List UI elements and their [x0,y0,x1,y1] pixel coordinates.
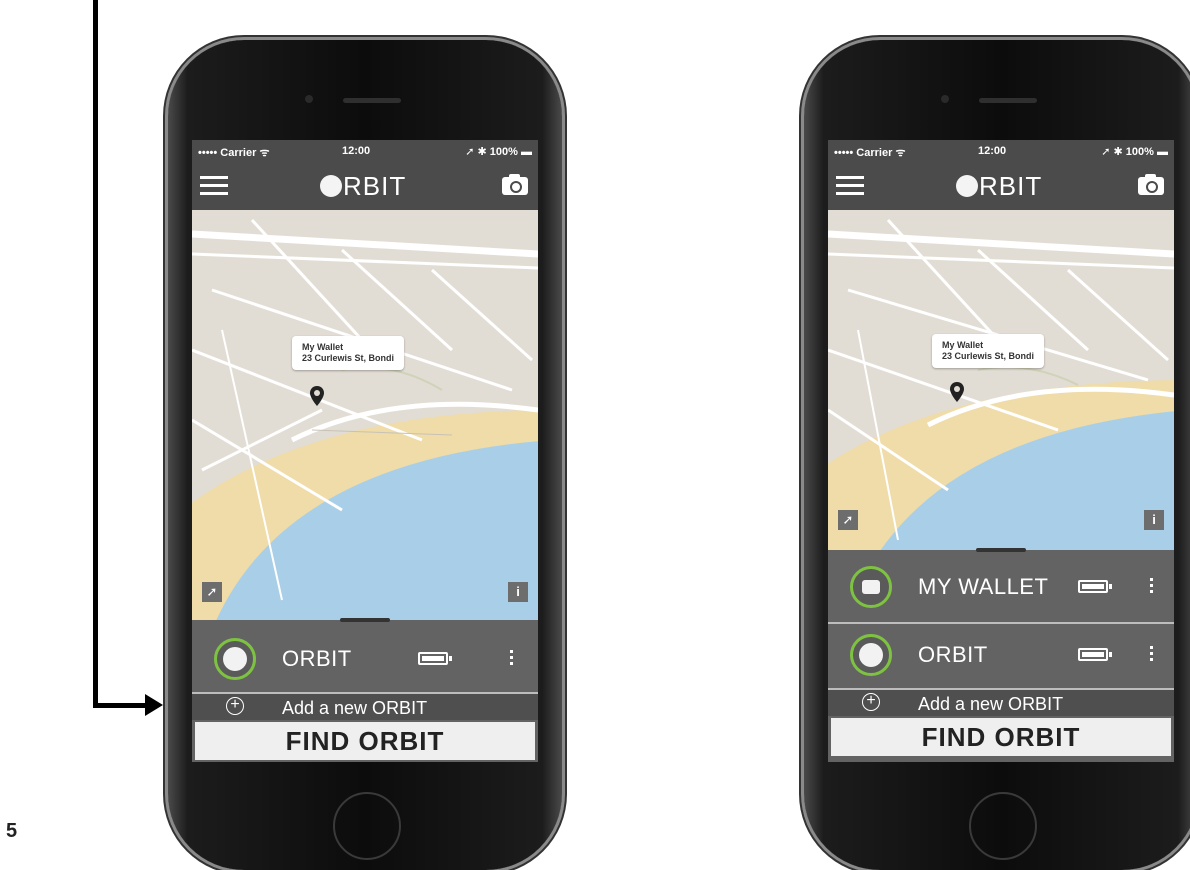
device-row[interactable]: ORBIT [192,630,538,688]
earpiece-speaker [343,98,401,103]
phone-left: ••••• Carrier ᯤ 12:00 ➚ ✱ 100% ▬ RBIT My… [168,40,562,870]
logo-dot-icon [956,175,978,197]
logo-dot-icon [320,175,342,197]
phone-screen: ••••• Carrier ᯤ 12:00 ➚ ✱ 100% ▬ RBIT My… [192,140,538,762]
orbit-tag-icon [850,634,892,676]
hamburger-menu-icon[interactable] [836,176,864,196]
map-view[interactable]: My Wallet 23 Curlewis St, Bondi ➚ i [192,210,538,620]
locate-me-icon[interactable]: ➚ [838,510,858,530]
device-name: MY WALLET [918,574,1049,599]
add-orbit-label: Add a new ORBIT [918,694,1064,714]
location-callout[interactable]: My Wallet 23 Curlewis St, Bondi [932,334,1045,368]
annotation-arrow-line-horizontal [93,703,145,708]
earpiece-speaker [979,98,1037,103]
annotation-arrow-head [145,694,163,716]
device-panel: ORBIT + Add a new ORBIT FIND ORBIT [192,618,538,762]
find-orbit-button[interactable]: FIND ORBIT [831,718,1171,756]
hamburger-menu-icon[interactable] [200,176,228,196]
app-bar: RBIT [192,162,538,210]
location-pin-icon[interactable] [950,382,964,402]
front-camera [941,95,949,103]
map-graphic [828,210,1174,550]
page-number: 5 [6,820,18,842]
add-orbit-row[interactable]: + Add a new ORBIT [828,690,1174,716]
camera-icon[interactable] [502,174,528,195]
annotation-arrow-line [93,0,98,707]
front-camera [305,95,313,103]
status-battery: ➚ ✱ 100% ▬ [465,146,532,158]
status-battery: ➚ ✱ 100% ▬ [1101,146,1168,158]
find-orbit-button[interactable]: FIND ORBIT [195,722,535,760]
battery-icon [418,652,452,665]
battery-icon [1078,648,1112,661]
panel-drag-handle[interactable] [976,548,1026,552]
orbit-logo: RBIT [320,170,407,201]
callout-title: My Wallet [942,340,984,350]
logo-text: RBIT [343,170,407,201]
device-name: ORBIT [282,646,352,671]
more-options-icon[interactable] [1150,646,1154,664]
map-view[interactable]: My Wallet 23 Curlewis St, Bondi ➚ i [828,210,1174,550]
status-bar: ••••• Carrier ᯤ 12:00 ➚ ✱ 100% ▬ [828,140,1174,162]
panel-drag-handle[interactable] [340,618,390,622]
orbit-tag-icon [214,638,256,680]
add-plus-icon: + [862,693,880,711]
device-row[interactable]: MY WALLET [828,558,1174,616]
status-carrier: ••••• Carrier ᯤ [834,147,906,159]
home-button[interactable] [969,792,1037,860]
device-panel: MY WALLET ORBIT + Add a new ORBIT FIND O… [828,548,1174,762]
more-options-icon[interactable] [510,650,514,668]
orbit-logo: RBIT [956,170,1043,201]
wallet-icon [850,566,892,608]
location-callout[interactable]: My Wallet 23 Curlewis St, Bondi [292,336,405,370]
more-options-icon[interactable] [1150,578,1154,596]
callout-address: 23 Curlewis St, Bondi [942,351,1035,361]
home-button[interactable] [333,792,401,860]
status-time: 12:00 [978,145,1007,157]
status-time: 12:00 [342,145,371,157]
status-bar: ••••• Carrier ᯤ 12:00 ➚ ✱ 100% ▬ [192,140,538,162]
info-icon[interactable]: i [1144,510,1164,530]
app-bar: RBIT [828,162,1174,210]
camera-icon[interactable] [1138,174,1164,195]
location-pin-icon[interactable] [310,386,324,406]
phone-right: ••••• Carrier ᯤ 12:00 ➚ ✱ 100% ▬ RBIT My… [804,40,1190,870]
callout-address: 23 Curlewis St, Bondi [302,353,395,363]
callout-title: My Wallet [302,342,344,352]
info-icon[interactable]: i [508,582,528,602]
phone-screen: ••••• Carrier ᯤ 12:00 ➚ ✱ 100% ▬ RBIT My… [828,140,1174,762]
device-row[interactable]: ORBIT [828,626,1174,684]
map-graphic [192,210,538,620]
add-orbit-label: Add a new ORBIT [282,698,428,718]
device-name: ORBIT [918,642,988,667]
add-plus-icon: + [226,697,244,715]
logo-text: RBIT [979,170,1043,201]
locate-me-icon[interactable]: ➚ [202,582,222,602]
status-carrier: ••••• Carrier ᯤ [198,147,270,159]
row-divider [828,622,1174,624]
add-orbit-row[interactable]: + Add a new ORBIT [192,694,538,720]
battery-icon [1078,580,1112,593]
